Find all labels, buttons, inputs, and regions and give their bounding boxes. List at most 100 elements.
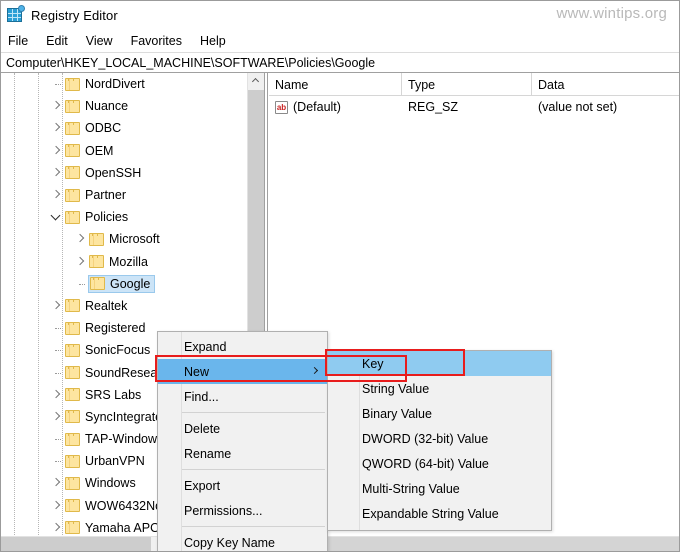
submenu-item-label: Expandable String Value	[362, 506, 499, 521]
registry-editor-window: Registry Editor www.wintips.org File Edi…	[0, 0, 680, 552]
tree-item-mozilla[interactable]: Mozilla	[1, 251, 248, 273]
chevron-right-icon[interactable]	[49, 95, 65, 117]
chevron-right-icon[interactable]	[49, 117, 65, 139]
submenu-item-label: DWORD (32-bit) Value	[362, 431, 489, 446]
table-row[interactable]: ab (Default) REG_SZ (value not set)	[269, 96, 679, 118]
scroll-up-arrow-icon[interactable]	[248, 73, 264, 90]
chevron-right-icon[interactable]	[49, 184, 65, 206]
folder-icon	[90, 277, 105, 291]
tree-item-label: Microsoft	[109, 232, 160, 247]
tree-item-realtek[interactable]: Realtek	[1, 295, 248, 317]
folder-icon	[65, 432, 80, 446]
column-header-data[interactable]: Data	[532, 73, 679, 96]
context-menu-item-delete[interactable]: Delete	[158, 416, 327, 441]
tree-leaf-connector-icon	[49, 450, 65, 472]
submenu-item-dword-32-bit-value[interactable]: DWORD (32-bit) Value	[328, 426, 551, 451]
context-menu-item-label: Rename	[184, 446, 232, 461]
column-header-name[interactable]: Name	[269, 73, 402, 96]
submenu-item-label: Key	[362, 356, 384, 371]
folder-icon	[65, 521, 80, 535]
submenu-item-list: Key String Value Binary Value DWORD (32-bit…	[328, 351, 551, 526]
chevron-right-icon[interactable]	[49, 162, 65, 184]
folder-icon	[65, 299, 80, 313]
context-menu-item-rename[interactable]: Rename	[158, 441, 327, 466]
tree-item-policies[interactable]: Policies	[1, 206, 248, 228]
tree-leaf-connector-icon	[49, 339, 65, 361]
submenu-item-key[interactable]: Key	[328, 351, 551, 376]
submenu-item-binary-value[interactable]: Binary Value	[328, 401, 551, 426]
chevron-right-icon[interactable]	[49, 472, 65, 494]
chevron-right-icon[interactable]	[49, 295, 65, 317]
tree-item-content: Registered	[65, 319, 145, 337]
menu-favorites[interactable]: Favorites	[131, 32, 191, 50]
tree-item-content: Nuance	[65, 97, 128, 115]
folder-icon	[89, 255, 104, 269]
tree-item-odbc[interactable]: ODBC	[1, 117, 248, 139]
chevron-right-icon[interactable]	[49, 140, 65, 162]
context-menu-item-find[interactable]: Find...	[158, 384, 327, 409]
tree-item-label: Mozilla	[109, 254, 148, 269]
tree-item-nuance[interactable]: Nuance	[1, 95, 248, 117]
address-bar[interactable]: Computer\HKEY_LOCAL_MACHINE\SOFTWARE\Pol…	[1, 52, 679, 73]
folder-icon	[65, 366, 80, 380]
tree-item-content: ODBC	[65, 119, 121, 137]
folder-icon	[65, 144, 80, 158]
menu-edit[interactable]: Edit	[46, 32, 77, 50]
folder-icon	[65, 188, 80, 202]
tree-leaf-connector-icon	[49, 428, 65, 450]
submenu-item-label: String Value	[362, 381, 430, 396]
tree-item-content: OpenSSH	[65, 164, 141, 182]
context-menu-separator	[182, 526, 325, 527]
context-menu-item-expand[interactable]: Expand	[158, 334, 327, 359]
chevron-right-icon[interactable]	[49, 384, 65, 406]
menu-view[interactable]: View	[86, 32, 122, 50]
tree-leaf-connector-icon	[73, 273, 89, 295]
context-menu-item-export[interactable]: Export	[158, 473, 327, 498]
tree-item-google[interactable]: Google	[1, 273, 248, 295]
chevron-down-icon[interactable]	[49, 206, 65, 228]
values-horizontal-scrollbar[interactable]	[269, 536, 679, 551]
context-menu-item-copy-key-name[interactable]: Copy Key Name	[158, 530, 327, 551]
folder-icon	[65, 388, 80, 402]
submenu-item-expandable-string-value[interactable]: Expandable String Value	[328, 501, 551, 526]
chevron-right-icon[interactable]	[73, 251, 89, 273]
submenu-item-string-value[interactable]: String Value	[328, 376, 551, 401]
tree-item-content: Policies	[65, 208, 128, 226]
chevron-right-icon[interactable]	[49, 495, 65, 517]
value-type-cell: REG_SZ	[408, 100, 459, 114]
menu-help[interactable]: Help	[200, 32, 235, 50]
chevron-right-icon[interactable]	[73, 228, 89, 250]
submenu-item-qword-64-bit-value[interactable]: QWORD (64-bit) Value	[328, 451, 551, 476]
value-name-cell: ab (Default)	[269, 96, 402, 118]
menu-file[interactable]: File	[8, 32, 37, 50]
tree-item-content: SyncIntegrate	[65, 408, 162, 426]
chevron-right-icon[interactable]	[49, 406, 65, 428]
folder-icon	[65, 454, 80, 468]
submenu-item-label: Binary Value	[362, 406, 432, 421]
tree-item-label: Windows	[85, 476, 136, 491]
submenu-item-multi-string-value[interactable]: Multi-String Value	[328, 476, 551, 501]
tree-item-partner[interactable]: Partner	[1, 184, 248, 206]
column-header-type[interactable]: Type	[402, 73, 532, 96]
tree-item-label: TAP-Windows	[85, 432, 164, 447]
tree-item-content: Realtek	[65, 297, 127, 315]
tree-item-content: SonicFocus	[65, 341, 150, 359]
tree-leaf-connector-icon	[49, 362, 65, 384]
tree-item-label: SonicFocus	[85, 343, 151, 358]
tree-item-microsoft[interactable]: Microsoft	[1, 228, 248, 250]
tree-item-norddivert[interactable]: NordDivert	[1, 73, 248, 95]
tree-item-openssh[interactable]: OpenSSH	[1, 162, 248, 184]
tree-leaf-connector-icon	[49, 73, 65, 95]
tree-hscroll-thumb[interactable]	[1, 537, 151, 551]
tree-item-content: OEM	[65, 142, 113, 160]
value-name-text: (Default)	[293, 100, 341, 114]
context-menu-item-new[interactable]: New	[158, 359, 327, 384]
context-menu-item-label: Permissions...	[184, 503, 263, 518]
tree-item-oem[interactable]: OEM	[1, 140, 248, 162]
tree-item-label: NordDivert	[85, 77, 145, 92]
tree-item-content: Windows	[65, 474, 136, 492]
tree-item-content: Partner	[65, 186, 126, 204]
string-value-icon: ab	[275, 100, 288, 114]
value-data-cell: (value not set)	[538, 100, 618, 114]
context-menu-item-permissions[interactable]: Permissions...	[158, 498, 327, 523]
